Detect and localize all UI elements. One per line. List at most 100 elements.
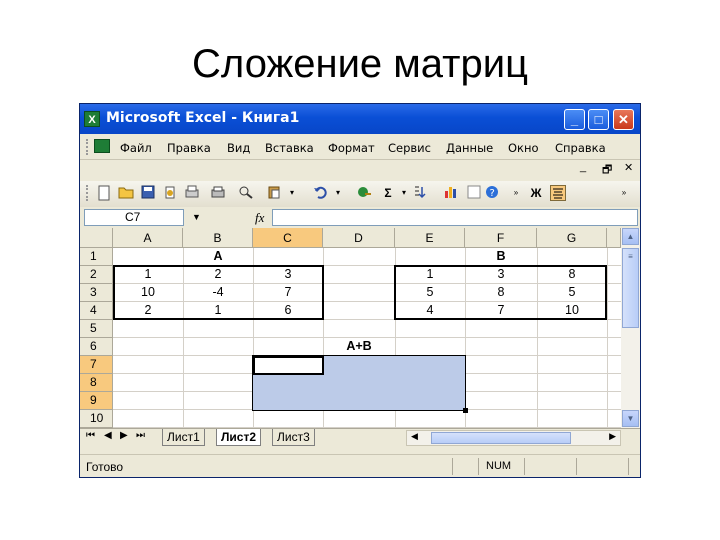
cell-c2[interactable]: 3	[253, 266, 323, 284]
minimize-button[interactable]: _	[564, 109, 585, 130]
cell-g4[interactable]: 10	[537, 302, 607, 320]
cell-b1[interactable]: A	[183, 248, 253, 266]
workbook-restore-button[interactable]: 🗗	[602, 161, 612, 180]
row-header-5[interactable]: 5	[80, 320, 113, 338]
new-icon[interactable]	[96, 185, 112, 201]
permission-icon[interactable]	[162, 185, 178, 201]
row-header-3[interactable]: 3	[80, 284, 113, 302]
cell-a4[interactable]: 2	[113, 302, 183, 320]
cell-f3[interactable]: 8	[465, 284, 537, 302]
menu-edit[interactable]: Правка	[167, 141, 211, 155]
menu-file[interactable]: Файл	[120, 141, 152, 155]
hyperlink-icon[interactable]	[356, 185, 372, 201]
excel-app-icon[interactable]: X	[84, 111, 100, 127]
prev-sheet-icon[interactable]: ◀	[104, 430, 112, 441]
cell-b3[interactable]: -4	[183, 284, 253, 302]
column-header-f[interactable]: F	[465, 228, 537, 248]
toolbar-options-icon[interactable]: »	[508, 185, 524, 201]
scroll-down-icon[interactable]: ▼	[622, 410, 639, 427]
row-header-4[interactable]: 4	[80, 302, 113, 320]
fill-handle[interactable]	[463, 408, 468, 413]
cell-b2[interactable]: 2	[183, 266, 253, 284]
print-icon[interactable]	[210, 185, 226, 201]
undo-dropdown-icon[interactable]: ▾	[330, 185, 346, 201]
help-icon[interactable]: ?	[484, 185, 500, 201]
sheet-tab-1[interactable]: Лист1	[162, 429, 205, 446]
spelling-icon[interactable]	[238, 185, 254, 201]
column-header-e[interactable]: E	[395, 228, 465, 248]
menu-window[interactable]: Окно	[508, 141, 539, 155]
scroll-right-icon[interactable]: ▶	[609, 431, 616, 442]
open-icon[interactable]	[118, 185, 134, 201]
vertical-scroll-thumb[interactable]: ≡	[622, 248, 639, 328]
column-header-b[interactable]: B	[183, 228, 253, 248]
chart-icon[interactable]	[444, 185, 460, 201]
first-sheet-icon[interactable]: ⏮	[86, 430, 95, 441]
cell-g2[interactable]: 8	[537, 266, 607, 284]
undo-icon[interactable]	[312, 185, 328, 201]
paste-icon[interactable]	[266, 185, 282, 201]
menu-view[interactable]: Вид	[227, 141, 250, 155]
workbook-icon[interactable]	[94, 139, 110, 153]
row-header-8[interactable]: 8	[80, 374, 113, 392]
cell-f1[interactable]: B	[465, 248, 537, 266]
horizontal-scroll-thumb[interactable]	[431, 432, 571, 444]
sheet-tab-2[interactable]: Лист2	[216, 429, 262, 446]
menu-grip[interactable]	[86, 139, 91, 155]
menu-help[interactable]: Справка	[555, 141, 606, 155]
autosum-dropdown-icon[interactable]: ▾	[396, 185, 412, 201]
column-header-a[interactable]: A	[113, 228, 183, 248]
row-header-7[interactable]: 7	[80, 356, 113, 374]
next-sheet-icon[interactable]: ▶	[120, 430, 128, 441]
formula-input[interactable]	[272, 209, 638, 226]
menu-insert[interactable]: Вставка	[265, 141, 314, 155]
name-box-dropdown-icon[interactable]: ▼	[192, 212, 201, 222]
horizontal-scrollbar[interactable]: ◀ ▶	[406, 430, 621, 446]
cell-a2[interactable]: 1	[113, 266, 183, 284]
column-header-c[interactable]: C	[253, 228, 323, 248]
cell-c3[interactable]: 7	[253, 284, 323, 302]
row-header-2[interactable]: 2	[80, 266, 113, 284]
column-header-g[interactable]: G	[537, 228, 607, 248]
save-icon[interactable]	[140, 185, 156, 201]
sheet-tab-3[interactable]: Лист3	[272, 429, 315, 446]
cell-c4[interactable]: 6	[253, 302, 323, 320]
workbook-close-button[interactable]: ✕	[624, 161, 633, 174]
column-header-d[interactable]: D	[323, 228, 395, 248]
row-header-1[interactable]: 1	[80, 248, 113, 266]
row-header-9[interactable]: 9	[80, 392, 113, 410]
insert-function-button[interactable]: fx	[255, 210, 264, 226]
toolbar-grip[interactable]	[86, 185, 92, 201]
cell-e3[interactable]: 5	[395, 284, 465, 302]
cell-e2[interactable]: 1	[395, 266, 465, 284]
menu-tools[interactable]: Сервис	[388, 141, 431, 155]
cell-d6[interactable]: A+B	[323, 338, 395, 356]
scroll-left-icon[interactable]: ◀	[411, 431, 418, 442]
last-sheet-icon[interactable]: ⏭	[136, 430, 145, 441]
sort-icon[interactable]	[412, 185, 428, 201]
row-header-6[interactable]: 6	[80, 338, 113, 356]
name-box[interactable]: C7	[84, 209, 184, 226]
cell-e4[interactable]: 4	[395, 302, 465, 320]
cell-a3[interactable]: 10	[113, 284, 183, 302]
menu-data[interactable]: Данные	[446, 141, 493, 155]
maximize-button[interactable]: □	[588, 109, 609, 130]
cell-b4[interactable]: 1	[183, 302, 253, 320]
workbook-minimize-button[interactable]: _	[580, 161, 586, 173]
autosum-icon[interactable]: Σ	[380, 185, 396, 201]
scroll-up-icon[interactable]: ▲	[622, 228, 639, 245]
vertical-scrollbar[interactable]: ▲ ≡ ▼	[621, 228, 640, 428]
cell-g3[interactable]: 5	[537, 284, 607, 302]
menu-format[interactable]: Формат	[328, 141, 375, 155]
column-header-h[interactable]	[607, 228, 621, 248]
close-button[interactable]: ✕	[613, 109, 634, 130]
align-icon[interactable]	[550, 185, 566, 201]
paste-dropdown-icon[interactable]: ▾	[284, 185, 300, 201]
select-all-corner[interactable]	[80, 228, 113, 248]
zoom-icon[interactable]	[466, 185, 482, 201]
cell-f2[interactable]: 3	[465, 266, 537, 284]
cell-f4[interactable]: 7	[465, 302, 537, 320]
toolbar-more-icon[interactable]: »	[616, 185, 632, 201]
print-preview-icon[interactable]	[184, 185, 200, 201]
row-header-10[interactable]: 10	[80, 410, 113, 428]
